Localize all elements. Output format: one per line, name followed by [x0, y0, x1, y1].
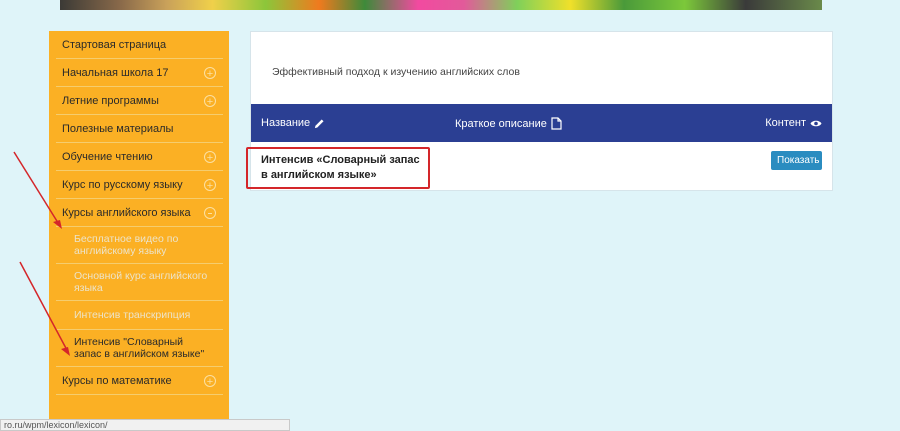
expand-icon[interactable]: +	[204, 178, 216, 192]
expand-icon[interactable]: +	[204, 94, 216, 108]
sidebar-subitem-vocabulary-intensive[interactable]: Интенсив "Словарный запас в английском я…	[56, 330, 223, 367]
status-bar-url: ro.ru/wpm/lexicon/lexicon/	[0, 419, 290, 431]
eye-icon	[810, 120, 822, 126]
column-header-label: Название	[261, 117, 311, 129]
expand-icon[interactable]: +	[204, 66, 216, 80]
column-header-content[interactable]: Контент	[765, 117, 822, 129]
sidebar-subitem-main-course[interactable]: Основной курс английского языка	[56, 264, 223, 301]
sidebar-subitem-label: Интенсив транскрипция	[74, 309, 191, 321]
sidebar-item-summer-programs[interactable]: Летние программы +	[56, 87, 223, 115]
sidebar-item-russian-course[interactable]: Курс по русскому языку +	[56, 171, 223, 199]
collapse-icon[interactable]	[204, 206, 216, 219]
column-header-name[interactable]: Название	[261, 117, 325, 129]
sidebar-item-reading[interactable]: Обучение чтению +	[56, 143, 223, 171]
sidebar-item-label: Обучение чтению	[62, 150, 153, 163]
expand-icon[interactable]: +	[204, 150, 216, 164]
pencil-icon	[315, 118, 324, 128]
sidebar-item-label: Начальная школа 17	[62, 66, 169, 79]
sidebar-item-label: Полезные материалы	[62, 122, 174, 135]
column-header-label: Контент	[765, 117, 806, 129]
sidebar-item-label: Летние программы	[62, 94, 159, 107]
sidebar-subitem-transcription[interactable]: Интенсив транскрипция	[56, 301, 223, 330]
table-header: Название Краткое описание Контент	[251, 104, 832, 142]
sidebar-subitem-label: Основной курс английского языка	[74, 270, 208, 294]
column-header-description[interactable]: Краткое описание	[455, 117, 562, 130]
sidebar-item-primary-school[interactable]: Начальная школа 17 +	[56, 59, 223, 87]
sidebar-menu: Стартовая страница Начальная школа 17 + …	[49, 31, 229, 427]
sidebar-item-start-page[interactable]: Стартовая страница	[56, 31, 223, 59]
document-icon	[551, 117, 562, 130]
sidebar-subitem-label: Бесплатное видео по английскому языку	[74, 233, 179, 257]
sidebar-item-label: Стартовая страница	[62, 38, 167, 51]
column-header-label: Краткое описание	[455, 117, 547, 130]
sidebar-subitem-label: Интенсив "Словарный запас в английском я…	[74, 336, 205, 360]
sidebar-item-label: Курсы английского языка	[62, 206, 191, 219]
sidebar-item-math-courses[interactable]: Курсы по математике +	[56, 367, 223, 395]
sidebar-subitem-free-video[interactable]: Бесплатное видео по английскому языку	[56, 227, 223, 264]
sidebar-item-english-courses[interactable]: Курсы английского языка	[56, 199, 223, 227]
sidebar-item-label: Курс по русскому языку	[62, 178, 183, 191]
sidebar-item-label: Курсы по математике	[62, 374, 172, 387]
expand-icon[interactable]: +	[204, 374, 216, 388]
highlight-box	[246, 147, 430, 189]
header-banner-image	[60, 0, 822, 10]
page-subtitle: Эффективный подход к изучению английских…	[272, 66, 520, 78]
sidebar-item-useful-materials[interactable]: Полезные материалы	[56, 115, 223, 143]
show-content-button[interactable]: Показать	[771, 151, 822, 170]
